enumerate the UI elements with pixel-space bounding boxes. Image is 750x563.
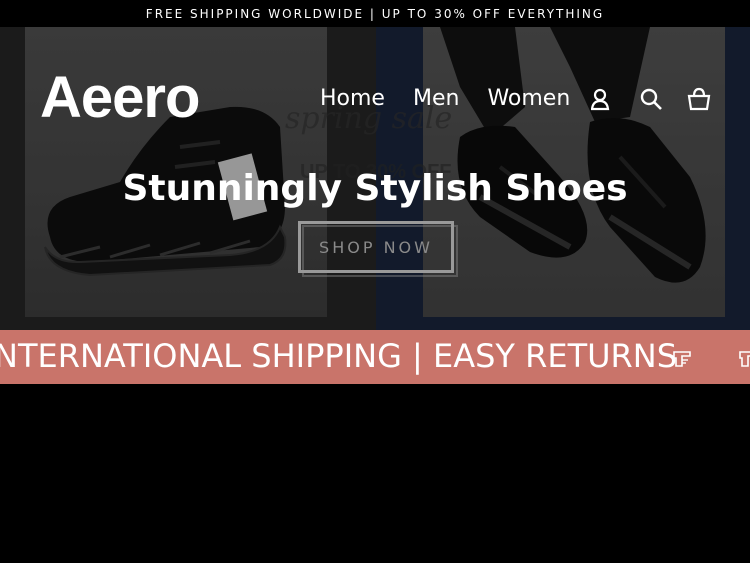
marquee-banner: NTERNATIONAL SHIPPING | EASY RETURNS — [0, 330, 750, 384]
cart-icon[interactable] — [686, 86, 712, 112]
announcement-text: FREE SHIPPING WORLDWIDE | UP TO 30% OFF … — [145, 6, 605, 21]
main-nav: Home Men Women — [320, 86, 570, 111]
hero-headline: Stunningly Stylish Shoes — [122, 168, 628, 209]
pointing-hand-icon — [673, 351, 691, 367]
announcement-bar: FREE SHIPPING WORLDWIDE | UP TO 30% OFF … — [0, 0, 750, 27]
search-icon[interactable] — [638, 86, 664, 112]
nav-women[interactable]: Women — [487, 86, 570, 111]
header-icons — [590, 86, 712, 112]
nav-home[interactable]: Home — [320, 86, 385, 111]
nav-men[interactable]: Men — [413, 86, 459, 111]
account-icon[interactable] — [590, 86, 616, 112]
marquee-text: NTERNATIONAL SHIPPING | EASY RETURNS — [0, 337, 678, 375]
site-logo[interactable]: Aeero — [40, 64, 200, 131]
shop-now-button[interactable]: SHOP NOW — [298, 221, 454, 273]
pointing-hand-icon — [739, 351, 750, 367]
